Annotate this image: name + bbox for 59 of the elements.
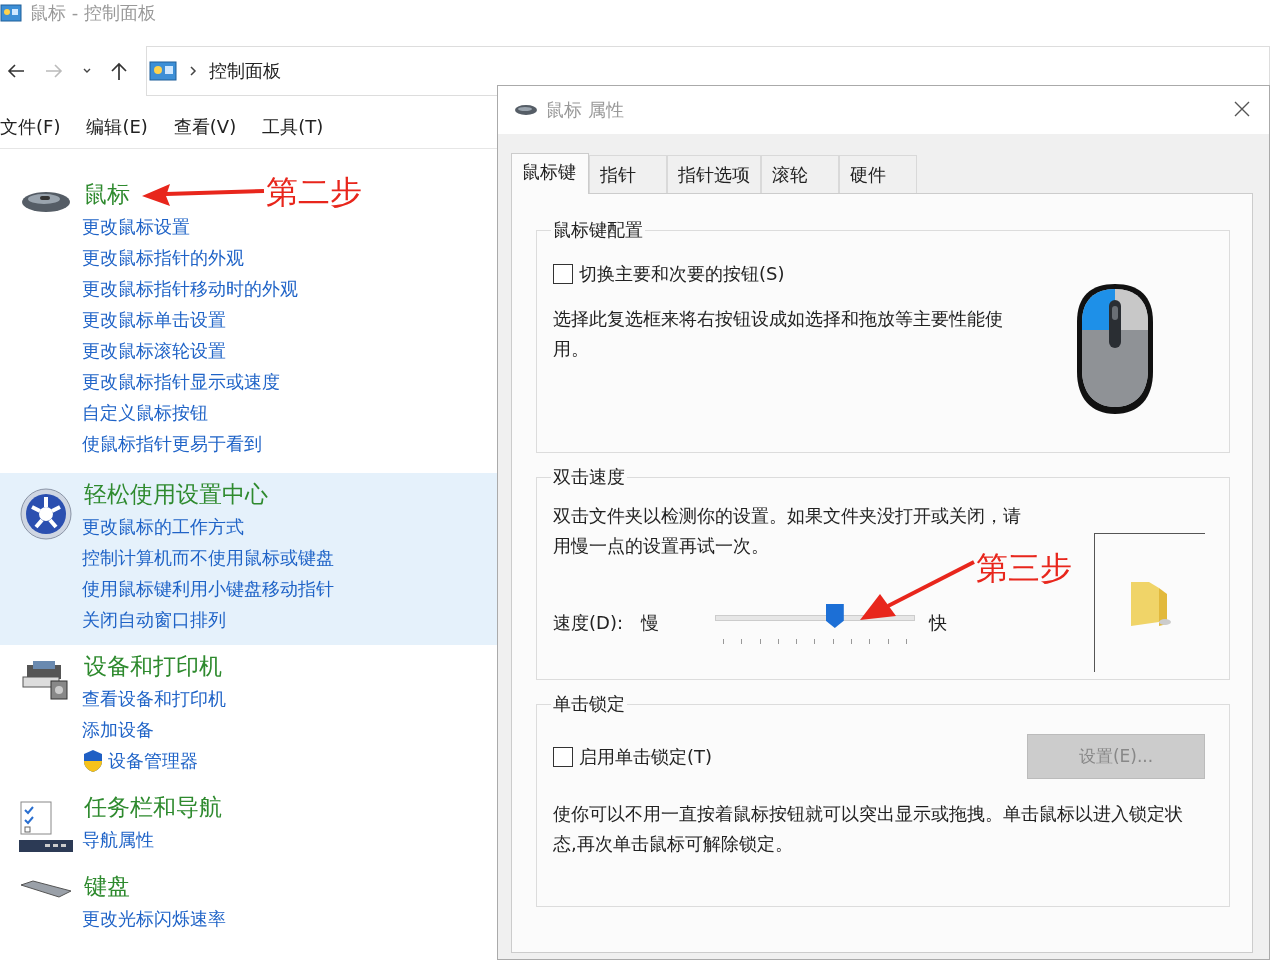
category-link[interactable]: 控制计算机而不使用鼠标或键盘	[82, 542, 334, 573]
description-text: 选择此复选框来将右按钮设成如选择和拖放等主要性能使用。	[553, 307, 1003, 361]
back-arrow-icon	[6, 63, 26, 79]
tab[interactable]: 鼠标键	[511, 153, 589, 194]
category-title[interactable]: 任务栏和导航	[84, 790, 222, 824]
speed-label: 速度(D):	[553, 610, 624, 635]
control-panel-icon	[0, 4, 22, 22]
category-link[interactable]: 使用鼠标键利用小键盘移动指针	[82, 573, 334, 604]
dialog-title: 鼠标 属性	[546, 98, 625, 122]
checkbox[interactable]: 启用单击锁定(T)	[553, 744, 713, 769]
forward-arrow-icon	[44, 63, 64, 79]
annotation-label: 第二步	[266, 172, 362, 212]
tab[interactable]: 指针	[589, 155, 667, 193]
category-link[interactable]: 更改鼠标设置	[82, 211, 190, 242]
category-title[interactable]: 设备和打印机	[84, 649, 222, 683]
category-link[interactable]: 导航属性	[82, 824, 154, 855]
breadcrumb[interactable]: 控制面板	[209, 59, 281, 83]
menu-item[interactable]: 编辑(E)	[86, 115, 148, 139]
category-link[interactable]: 更改鼠标的工作方式	[82, 511, 244, 542]
menu-item[interactable]: 查看(V)	[173, 115, 237, 139]
control-panel-icon	[149, 61, 177, 81]
category-title[interactable]: 鼠标	[84, 177, 130, 211]
category-link[interactable]: 关闭自动窗口排列	[82, 604, 226, 635]
slider-thumb[interactable]	[825, 604, 844, 628]
category-link[interactable]: 自定义鼠标按钮	[82, 397, 208, 428]
category-link[interactable]: 添加设备	[82, 714, 154, 745]
description-text: 使你可以不用一直按着鼠标按钮就可以突出显示或拖拽。单击鼠标以进入锁定状态,再次单击鼠标可解除锁定。	[553, 802, 1183, 856]
menu-item[interactable]: 工具(T)	[262, 115, 324, 139]
group-title: 鼠标键配置	[552, 218, 644, 242]
slow-label: 慢	[641, 610, 659, 635]
tab[interactable]: 指针选项	[667, 155, 761, 193]
window-title: 鼠标 - 控制面板	[30, 1, 156, 25]
fast-label: 快	[929, 610, 947, 635]
chevron-down-icon	[82, 67, 92, 75]
menu-item[interactable]: 文件(F)	[0, 115, 61, 139]
accessibility-icon	[19, 487, 73, 541]
mouse-icon	[514, 104, 538, 116]
keyboard-icon	[19, 879, 73, 899]
tab[interactable]: 硬件	[839, 155, 917, 193]
taskbar-checklist-icon	[19, 800, 73, 854]
chevron-icon	[189, 65, 197, 77]
close-icon	[1233, 99, 1251, 118]
category-link[interactable]: 使鼠标指针更易于看到	[82, 428, 262, 459]
tab[interactable]: 滚轮	[761, 155, 839, 193]
category-link[interactable]: 更改鼠标指针移动时的外观	[82, 273, 298, 304]
group-title: 双击速度	[552, 465, 626, 489]
category-link[interactable]: 更改鼠标滚轮设置	[82, 335, 226, 366]
category-link[interactable]: 更改鼠标单击设置	[82, 304, 226, 335]
group-title: 单击锁定	[552, 692, 626, 716]
printer-icon	[21, 659, 71, 701]
category-link[interactable]: 设备管理器	[108, 745, 198, 776]
checkbox[interactable]: 切换主要和次要的按钮(S)	[553, 262, 1003, 286]
category-link[interactable]: 更改鼠标指针显示或速度	[82, 366, 280, 397]
category-title[interactable]: 轻松使用设置中心	[84, 477, 268, 511]
category-link[interactable]: 查看设备和打印机	[82, 683, 226, 714]
category-title[interactable]: 键盘	[84, 869, 130, 903]
category-link[interactable]: 更改鼠标指针的外观	[82, 242, 244, 273]
up-arrow-icon	[110, 61, 128, 81]
category-link[interactable]: 更改光标闪烁速率	[82, 903, 226, 934]
